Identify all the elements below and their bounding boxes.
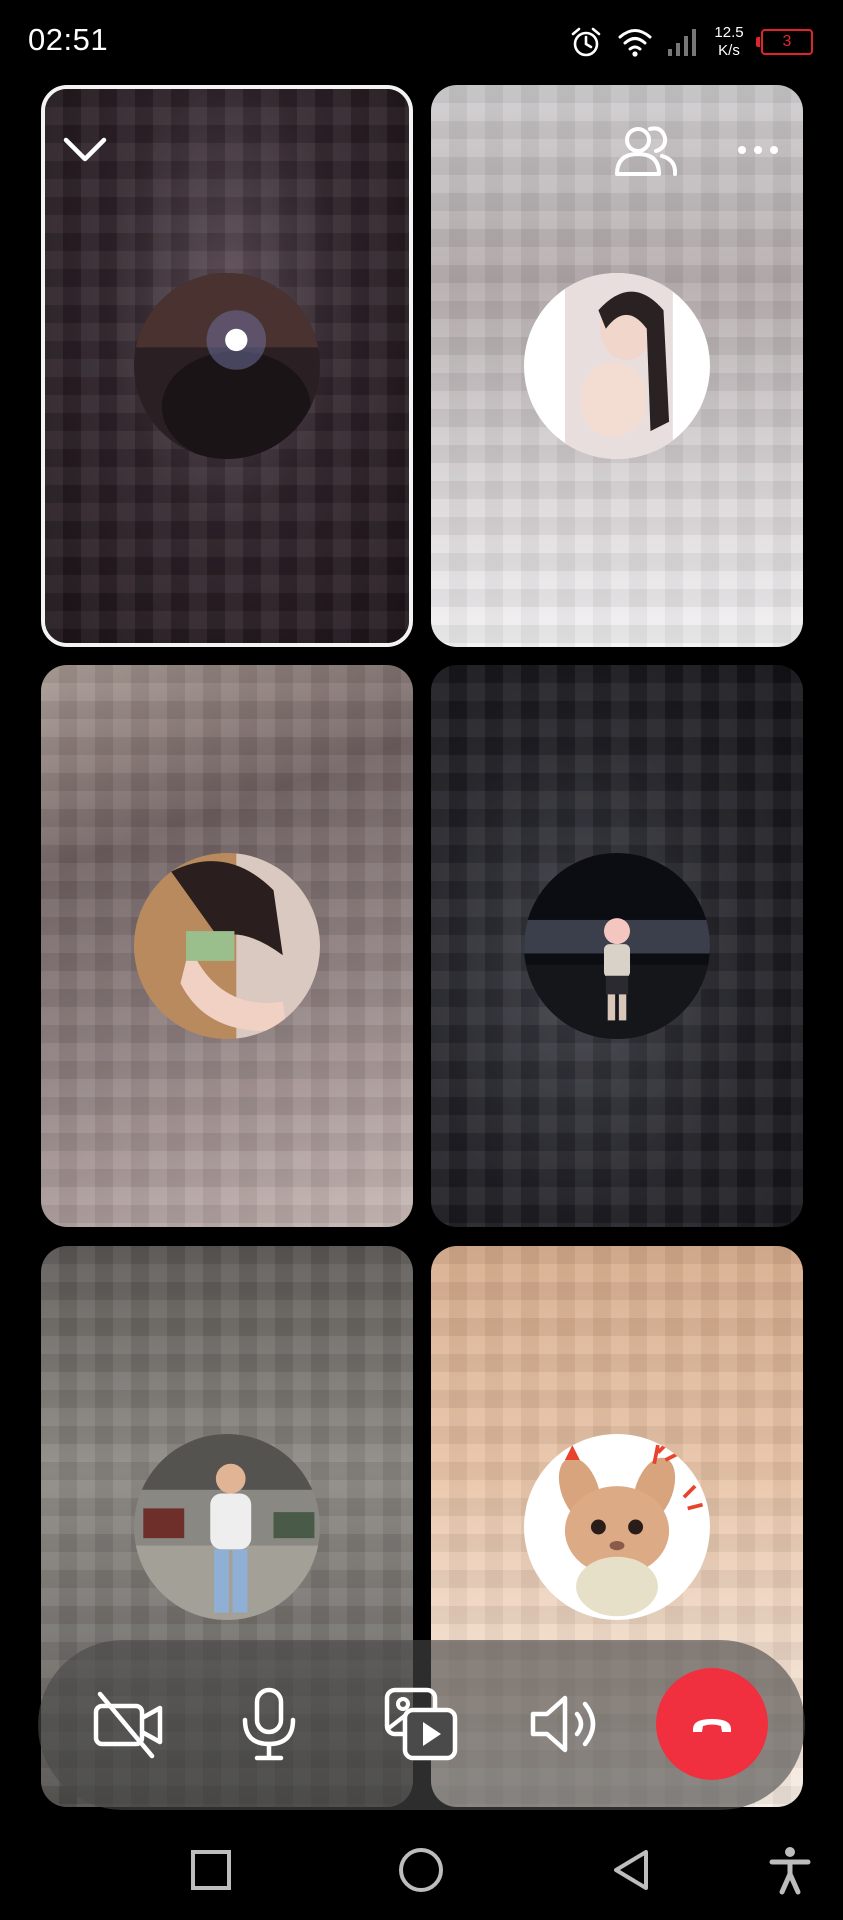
participant-avatar — [524, 1433, 710, 1620]
camera-off-icon — [93, 1691, 163, 1759]
recent-apps-icon — [191, 1850, 231, 1890]
participant-avatar — [134, 1433, 320, 1620]
recent-apps-button[interactable] — [183, 1842, 239, 1898]
end-call-icon — [693, 1719, 731, 1732]
call-controls-bar — [38, 1640, 805, 1810]
participant-tile[interactable] — [41, 665, 413, 1227]
participant-avatar — [134, 853, 320, 1039]
network-speed-unit: K/s — [718, 42, 740, 59]
people-icon[interactable] — [612, 120, 680, 180]
accessibility-button[interactable] — [762, 1842, 818, 1898]
system-nav-bar — [0, 1820, 843, 1920]
accessibility-icon — [769, 1847, 811, 1895]
microphone-icon — [242, 1687, 296, 1761]
speaker-button[interactable] — [519, 1678, 611, 1770]
cell-signal-icon — [668, 29, 696, 56]
screen-share-icon — [384, 1687, 458, 1761]
network-speed-value: 12.5 — [714, 24, 744, 41]
screen-share-button[interactable] — [375, 1678, 467, 1770]
back-icon — [614, 1850, 648, 1890]
participant-avatar — [524, 853, 710, 1039]
alarm-icon — [571, 27, 601, 57]
microphone-button[interactable] — [223, 1678, 315, 1770]
back-button[interactable] — [604, 1842, 660, 1898]
end-call-button[interactable] — [656, 1668, 768, 1780]
status-time: 02:51 — [28, 22, 109, 57]
battery-icon: 3 — [756, 29, 813, 55]
home-icon — [399, 1848, 443, 1892]
camera-toggle-button[interactable] — [82, 1678, 174, 1770]
status-icons: 12.5 K/s 3 — [569, 18, 813, 66]
speaker-icon — [530, 1695, 596, 1753]
wifi-icon — [618, 29, 652, 57]
more-icon[interactable] — [736, 140, 780, 160]
home-button[interactable] — [393, 1842, 449, 1898]
battery-level: 3 — [782, 33, 792, 50]
network-speed: 12.5 K/s — [711, 24, 747, 60]
participant-avatar — [134, 273, 320, 459]
participant-avatar — [524, 273, 710, 459]
chevron-down-icon[interactable] — [60, 130, 110, 170]
participant-tile[interactable] — [431, 665, 803, 1227]
status-bar: 02:51 12.5 K/s 3 — [0, 0, 843, 84]
